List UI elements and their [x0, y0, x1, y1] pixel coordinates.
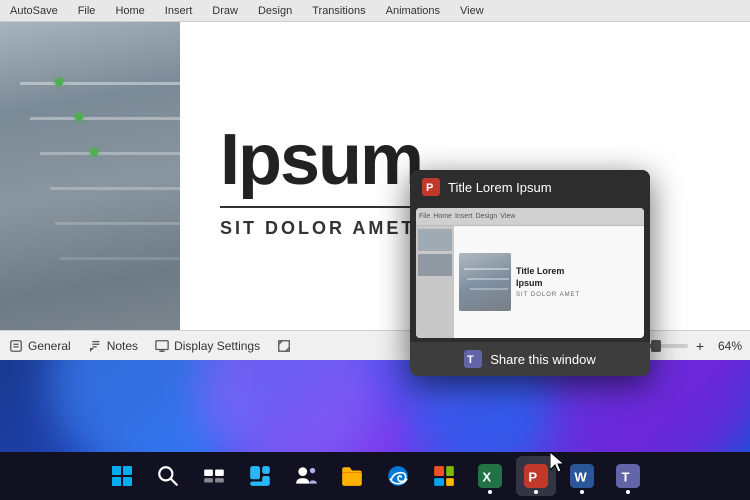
search-icon: [156, 464, 180, 488]
fit-icon: [276, 338, 292, 354]
popup-slide-text-area: Title LoremIpsum SIT DOLOR AMET: [516, 266, 639, 297]
svg-text:P: P: [528, 469, 537, 484]
status-notes[interactable]: Notes: [87, 338, 138, 354]
general-label: General: [28, 339, 71, 353]
stair-dot-3: [90, 148, 98, 156]
word-active-dot: [580, 490, 584, 494]
svg-text:X: X: [482, 469, 491, 484]
zoom-value: 64%: [712, 339, 742, 353]
ribbon-tab-autosave[interactable]: AutoSave: [4, 3, 64, 19]
ribbon-tab-insert[interactable]: Insert: [159, 3, 199, 19]
svg-text:T: T: [467, 354, 474, 366]
taskbar-edge[interactable]: [378, 456, 418, 496]
popup-thumb-1: [418, 229, 452, 251]
ribbon-tab-animations[interactable]: Animations: [380, 3, 446, 19]
powerpoint-icon-popup: P: [422, 178, 440, 196]
slide-thumbnail: [0, 22, 180, 362]
notes-label: Notes: [107, 339, 138, 353]
status-general[interactable]: General: [8, 338, 71, 354]
popup-preview[interactable]: FileHomeInsertDesignView Title LoremIpsu…: [416, 208, 644, 338]
status-display[interactable]: Display Settings: [154, 338, 260, 354]
excel-icon: X: [478, 464, 502, 488]
ribbon-tab-home[interactable]: Home: [109, 3, 150, 19]
taskbar-teams-meet[interactable]: [286, 456, 326, 496]
excel-active-dot: [488, 490, 492, 494]
display-label: Display Settings: [174, 339, 260, 353]
taskbar-task-view[interactable]: [194, 456, 234, 496]
popup-slide-list: [416, 226, 454, 338]
bloom-2: [200, 360, 380, 452]
status-left: General Notes Dis: [8, 338, 292, 354]
popup-window: P Title Lorem Ipsum FileHomeInsertDesign…: [410, 170, 650, 376]
popup-stair-image: [459, 253, 511, 311]
word-icon: W: [570, 464, 594, 488]
taskbar-store[interactable]: [424, 456, 464, 496]
ribbon-tab-transitions[interactable]: Transitions: [306, 3, 371, 19]
stair-dot-1: [55, 78, 63, 86]
status-fit[interactable]: [276, 338, 292, 354]
teams-meet-icon: [294, 464, 318, 488]
popup-slide-main: Title LoremIpsum SIT DOLOR AMET: [454, 226, 644, 338]
share-label: Share this window: [490, 352, 596, 367]
taskbar-word[interactable]: W: [562, 456, 602, 496]
display-icon: [154, 338, 170, 354]
stair-dot-2: [75, 113, 83, 121]
start-icon: [110, 464, 134, 488]
svg-text:T: T: [621, 469, 629, 484]
teams-active-dot: [626, 490, 630, 494]
taskbar-widgets[interactable]: [240, 456, 280, 496]
taskbar-excel[interactable]: X: [470, 456, 510, 496]
edge-icon: [386, 464, 410, 488]
popup-slide-title: Title LoremIpsum: [516, 266, 639, 289]
task-view-icon: [202, 464, 226, 488]
slide-text: Ipsum SIT DOLOR AMET: [220, 124, 422, 239]
widgets-icon: [248, 464, 272, 488]
popup-ribbon: FileHomeInsertDesignView: [416, 208, 644, 226]
notes-icon: [87, 338, 103, 354]
ribbon: AutoSave File Home Insert Draw Design Tr…: [0, 0, 750, 22]
ribbon-tab-design[interactable]: Design: [252, 3, 298, 19]
store-icon: [432, 464, 456, 488]
taskbar-powerpoint[interactable]: P: [516, 456, 556, 496]
popup-thumb-2: [418, 254, 452, 276]
taskbar: X P W T: [0, 452, 750, 500]
teams-icon-popup: T: [464, 350, 482, 368]
popup-title-bar: P Title Lorem Ipsum: [410, 170, 650, 204]
slide-panel: [0, 22, 180, 362]
ribbon-tab-draw[interactable]: Draw: [206, 3, 244, 19]
svg-text:P: P: [426, 182, 433, 194]
taskbar-start[interactable]: [102, 456, 142, 496]
taskbar-search[interactable]: [148, 456, 188, 496]
taskbar-teams[interactable]: T: [608, 456, 648, 496]
ribbon-tab-file[interactable]: File: [72, 3, 102, 19]
file-explorer-icon: [340, 464, 364, 488]
slide-subtitle: SIT DOLOR AMET: [220, 218, 422, 239]
svg-text:W: W: [574, 469, 587, 484]
stairs-image: [0, 22, 180, 362]
popup-title: Title Lorem Ipsum: [448, 180, 552, 195]
slide-divider: [220, 206, 420, 208]
share-bar[interactable]: T Share this window: [410, 342, 650, 376]
teams-icon: T: [616, 464, 640, 488]
popup-slide-subtitle: SIT DOLOR AMET: [516, 292, 639, 298]
ribbon-tab-view[interactable]: View: [454, 3, 490, 19]
slide-title: Ipsum: [220, 124, 422, 196]
ppt-active-dot: [534, 490, 538, 494]
zoom-plus[interactable]: +: [696, 338, 704, 354]
general-icon: [8, 338, 24, 354]
powerpoint-icon: P: [524, 464, 548, 488]
taskbar-file-explorer[interactable]: [332, 456, 372, 496]
